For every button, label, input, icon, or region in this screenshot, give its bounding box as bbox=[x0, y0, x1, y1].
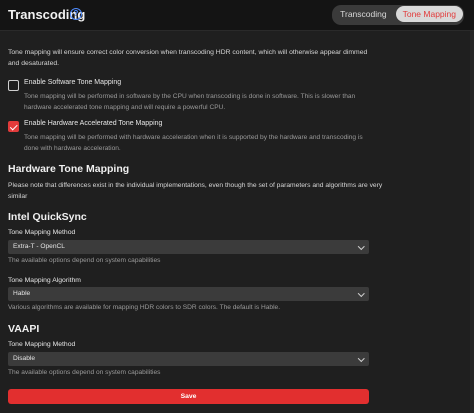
hardware-section-heading: Hardware Tone Mapping bbox=[8, 163, 130, 175]
hardware-section-note: Please note that differences exist in th… bbox=[8, 182, 383, 200]
hardware-tone-mapping-label: Enable Hardware Accelerated Tone Mapping bbox=[24, 120, 163, 127]
software-tone-mapping-label: Enable Software Tone Mapping bbox=[24, 79, 122, 86]
hardware-tone-mapping-checkbox[interactable] bbox=[8, 121, 19, 132]
page-header: Transcoding ? Transcoding Tone Mapping bbox=[0, 0, 474, 31]
vaapi-heading: VAAPI bbox=[8, 323, 40, 335]
vaapi-method-hint: The available options depend on system c… bbox=[8, 369, 161, 376]
quicksync-algorithm-hint: Various algorithms are available for map… bbox=[8, 304, 281, 311]
chevron-down-icon bbox=[357, 354, 364, 361]
quicksync-method-hint: The available options depend on system c… bbox=[8, 257, 161, 264]
quicksync-method-select[interactable]: Extra-T - OpenCL bbox=[8, 240, 369, 254]
vaapi-method-label: Tone Mapping Method bbox=[8, 341, 76, 348]
vaapi-method-value: Disable bbox=[13, 355, 35, 362]
quicksync-heading: Intel QuickSync bbox=[8, 211, 87, 223]
quicksync-algorithm-select[interactable]: Hable bbox=[8, 287, 369, 301]
chevron-down-icon bbox=[357, 242, 364, 249]
scrollbar[interactable] bbox=[470, 31, 474, 413]
software-tone-mapping-description: Tone mapping will be performed in softwa… bbox=[24, 93, 356, 111]
tab-tone-mapping[interactable]: Tone Mapping bbox=[395, 6, 463, 22]
save-button[interactable]: Save bbox=[8, 389, 369, 404]
software-tone-mapping-checkbox[interactable] bbox=[8, 80, 19, 91]
chevron-down-icon bbox=[357, 289, 364, 296]
quicksync-algorithm-value: Hable bbox=[13, 290, 31, 297]
quicksync-method-label: Tone Mapping Method bbox=[8, 229, 76, 236]
help-icon[interactable]: ? bbox=[70, 8, 82, 20]
vaapi-method-select[interactable]: Disable bbox=[8, 352, 369, 366]
intro-text: Tone mapping will ensure correct color c… bbox=[8, 49, 368, 67]
quicksync-algorithm-label: Tone Mapping Algorithm bbox=[8, 277, 81, 284]
tab-switcher: Transcoding Tone Mapping bbox=[332, 5, 464, 25]
quicksync-method-value: Extra-T - OpenCL bbox=[13, 243, 65, 250]
tab-transcoding[interactable]: Transcoding bbox=[333, 6, 393, 22]
hardware-tone-mapping-description: Tone mapping will be performed with hard… bbox=[24, 134, 363, 152]
